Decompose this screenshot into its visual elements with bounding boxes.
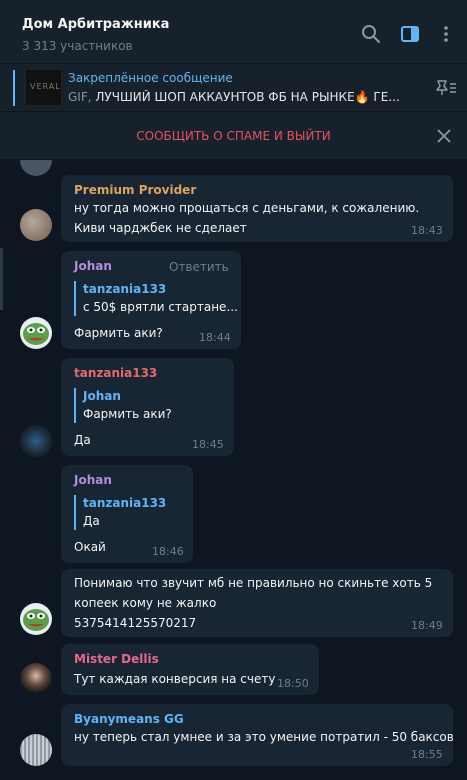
message-time: 18:44 [199, 331, 231, 344]
message-text: Понимаю что звучит мб не правильно но ск… [74, 576, 433, 590]
pinned-preview: ЛУЧШИЙ ШОП АККАУНТОВ ФБ НА РЫНКЕ🔥 ГЕ... [95, 90, 400, 104]
members-count: 3 313 участников [22, 39, 133, 53]
message-text: Киви чарджбек не сделает [74, 221, 247, 235]
scroll-indicator[interactable] [0, 248, 3, 310]
avatar[interactable] [20, 603, 52, 635]
reply-sender: tanzania133 [83, 496, 167, 510]
message-time: 18:45 [192, 438, 224, 451]
pinned-gif-label: GIF, [68, 90, 92, 104]
message-time: 18:50 [277, 677, 309, 690]
message-sender[interactable]: Johan [74, 473, 112, 487]
avatar[interactable] [20, 160, 52, 176]
message-time: 18:46 [152, 545, 184, 558]
pinned-text: GIF, ЛУЧШИЙ ШОП АККАУНТОВ ФБ НА РЫНКЕ🔥 Г… [68, 90, 418, 104]
message-bubble[interactable]: tanzania133 Johan Фармить аки? Да 18:45 [61, 358, 234, 456]
message-sender[interactable]: Mister Dellis [74, 652, 159, 666]
message-time: 18:55 [411, 748, 443, 761]
message-bubble[interactable]: Понимаю что звучит мб не правильно но ск… [61, 569, 453, 637]
reply-sender: Johan [83, 389, 121, 403]
reply-text: с 50$ врятли стартане... [83, 300, 238, 314]
message-sender[interactable]: tanzania133 [74, 366, 157, 380]
message-text: ну тогда можно прощаться с деньгами, к с… [74, 201, 420, 215]
reply-text: Да [83, 514, 100, 528]
message-text: ну теперь стал умнее и за это умение пот… [74, 730, 454, 744]
chat-title[interactable]: Дом Арбитражника [22, 17, 169, 32]
pepe-icon [23, 323, 49, 345]
message-bubble[interactable]: Johan Ответить tanzania133 с 50$ врятли … [61, 251, 241, 349]
reply-quote[interactable]: tanzania133 Да [74, 495, 166, 530]
reply-button[interactable]: Ответить [169, 260, 229, 274]
message-bubble[interactable]: Mister Dellis Тут каждая конверсия на сч… [61, 644, 319, 695]
chat-header[interactable]: Дом Арбитражника 3 313 участников [0, 0, 467, 64]
avatar[interactable] [20, 734, 52, 766]
reply-quote[interactable]: Johan Фармить аки? [74, 388, 172, 423]
pinned-message[interactable]: VERAL Закреплённое сообщение GIF, ЛУЧШИЙ… [0, 64, 467, 112]
message-sender[interactable]: Johan [74, 259, 112, 273]
message-text: 5375414125570217 [74, 616, 197, 630]
avatar[interactable] [20, 663, 52, 695]
message-sender[interactable]: Premium Provider [74, 183, 196, 197]
search-icon[interactable] [361, 24, 381, 44]
more-vertical-icon[interactable] [436, 24, 456, 44]
report-spam-button[interactable]: СООБЩИТЬ О СПАМЕ И ВЫЙТИ [0, 129, 467, 143]
avatar[interactable] [20, 317, 52, 349]
message-time: 18:49 [411, 619, 443, 632]
report-spam-bar: СООБЩИТЬ О СПАМЕ И ВЫЙТИ [0, 112, 467, 160]
avatar[interactable] [20, 209, 52, 241]
message-text: Фармить аки? [74, 326, 163, 340]
sidebar-toggle-icon[interactable] [400, 24, 420, 44]
message-sender[interactable]: Byanymeans GG [74, 712, 184, 726]
message-text: Да [74, 433, 91, 447]
pinned-thumbnail-text: VERAL [30, 82, 61, 91]
pinned-thumbnail: VERAL [25, 69, 62, 106]
reply-text: Фармить аки? [83, 407, 172, 421]
message-time: 18:43 [411, 224, 443, 237]
message-text: копеек кому не жалко [74, 596, 217, 610]
message-bubble[interactable]: Premium Provider ну тогда можно прощатьс… [61, 175, 453, 242]
message-bubble[interactable]: Johan tanzania133 Да Окай 18:46 [61, 465, 193, 563]
reply-quote[interactable]: tanzania133 с 50$ врятли стартане... [74, 281, 238, 316]
avatar[interactable] [20, 425, 52, 457]
unpin-icon[interactable] [430, 79, 458, 97]
message-bubble[interactable]: Byanymeans GG ну теперь стал умнее и за … [61, 704, 454, 766]
pinned-accent-bar [13, 70, 15, 106]
close-icon[interactable] [436, 128, 452, 144]
message-text: Тут каждая конверсия на счету [74, 672, 276, 686]
message-text: Окай [74, 540, 106, 554]
pinned-title: Закреплённое сообщение [68, 71, 233, 85]
reply-sender: tanzania133 [83, 282, 167, 296]
pepe-icon [23, 609, 49, 631]
message-list[interactable]: Premium Provider ну тогда можно прощатьс… [0, 160, 467, 780]
